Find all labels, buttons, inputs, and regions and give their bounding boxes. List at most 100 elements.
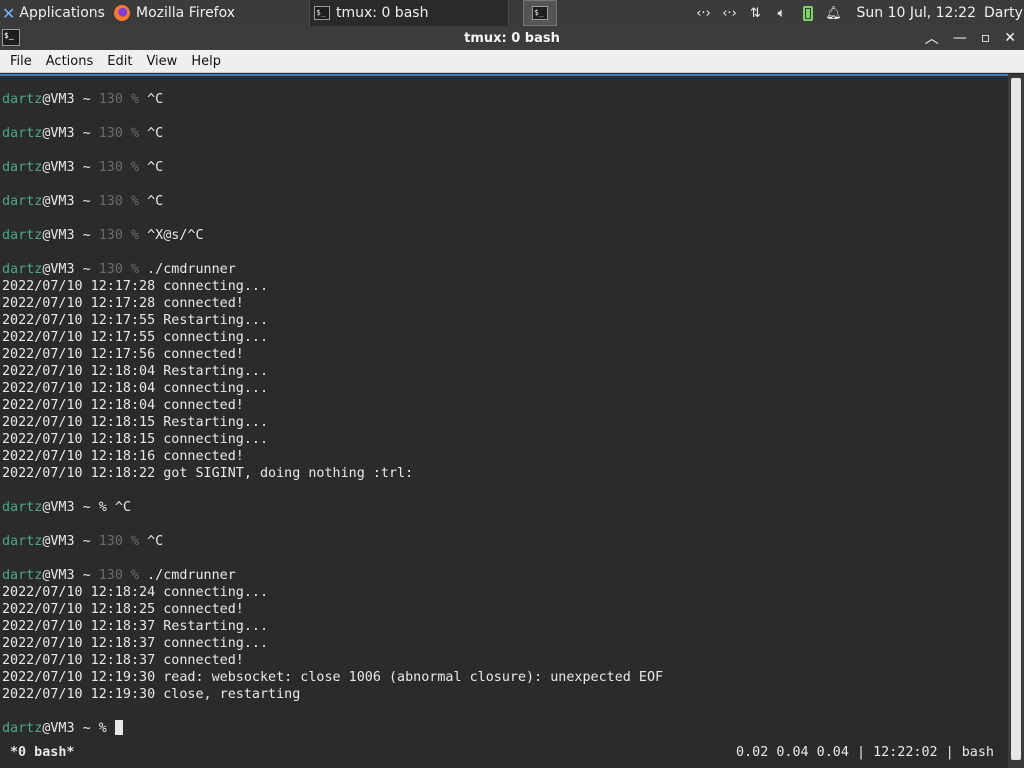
network-icon[interactable]: ‹·› (691, 0, 717, 26)
prompt-line: dartz@VM3 ~ 130 % ^X@s/^C (2, 227, 663, 244)
system-tray: ‹·› ‹·› ⇅ 🔈︎ 🔔︎ Sun 10 Jul, 12:22 Darty … (691, 0, 1024, 26)
minimize-icon[interactable]: — (953, 30, 967, 46)
output-line: 2022/07/10 12:18:04 Restarting... (2, 364, 269, 379)
text-cursor (114, 720, 123, 735)
prompt-user: dartz (2, 568, 43, 583)
network-icon[interactable]: ‹·› (717, 0, 743, 26)
taskbar-item-label: tmux: 0 bash (336, 5, 429, 21)
output-line: 2022/07/10 12:18:15 Restarting... (2, 415, 269, 430)
transfer-icon[interactable]: ⇅ (743, 0, 769, 26)
window-title: tmux: 0 bash (464, 30, 560, 46)
prompt-exit-code: 130 % (98, 228, 148, 243)
prompt-user: dartz (2, 262, 43, 277)
prompt-user: dartz (2, 500, 43, 515)
menu-help[interactable]: Help (184, 54, 228, 69)
prompt-command: % ^C (98, 500, 131, 515)
prompt-line: dartz@VM3 ~ % ^C (2, 499, 663, 516)
clock[interactable]: Sun 10 Jul, 12:22 (847, 5, 985, 21)
prompt-command: % (98, 721, 115, 736)
battery-icon[interactable] (795, 0, 821, 26)
prompt-user: dartz (2, 228, 43, 243)
output-line: 2022/07/10 12:19:30 close, restarting (2, 687, 301, 702)
prompt-command: ^C (147, 194, 164, 209)
output-line: 2022/07/10 12:19:30 read: websocket: clo… (2, 670, 664, 685)
prompt-command: ^C (147, 534, 164, 549)
menubar: File Actions Edit View Help (0, 50, 1024, 73)
terminal-launcher-button[interactable]: $_ (523, 0, 557, 26)
terminal-icon: $_ (532, 6, 548, 20)
prompt-user: dartz (2, 160, 43, 175)
prompt-host: @VM3 ~ (42, 721, 99, 736)
tmux-status-right: 0.02 0.04 0.04 | 12:22:02 | bash (736, 744, 994, 760)
prompt-host: @VM3 ~ (42, 262, 99, 277)
output-line: 2022/07/10 12:18:22 got SIGINT, doing no… (2, 466, 414, 481)
prompt-command: ^X@s/^C (147, 228, 204, 243)
xfce-logo-icon: ✕ (2, 3, 16, 23)
notification-bell-icon[interactable]: 🔔︎ (821, 0, 847, 26)
scrollbar-thumb[interactable] (1011, 78, 1021, 760)
prompt-user: dartz (2, 534, 43, 549)
firefox-icon (114, 5, 130, 21)
menu-actions[interactable]: Actions (39, 54, 101, 69)
prompt-host: @VM3 ~ (42, 194, 99, 209)
applications-menu-button[interactable]: ✕ Applications (0, 0, 110, 26)
output-line: 2022/07/10 12:18:25 connected! (2, 602, 244, 617)
tmux-window-list[interactable]: *0 bash* (10, 745, 75, 760)
prompt-exit-code: 130 % (98, 160, 148, 175)
terminal-icon: $_ (314, 6, 330, 20)
prompt-host: @VM3 ~ (42, 500, 99, 515)
prompt-command: ^C (147, 160, 164, 175)
terminal-view[interactable]: dartz@VM3 ~ 130 % ^C dartz@VM3 ~ 130 % ^C… (0, 74, 1008, 768)
prompt-exit-code: 130 % (98, 262, 148, 277)
applications-label: Applications (19, 5, 105, 21)
prompt-host: @VM3 ~ (42, 228, 99, 243)
output-line: 2022/07/10 12:18:24 connecting... (2, 585, 269, 600)
taskbar-item-terminal[interactable]: $_ tmux: 0 bash (309, 0, 509, 26)
prompt-line: dartz@VM3 ~ 130 % ./cmdrunner (2, 567, 663, 584)
chevron-up-icon[interactable]: ︿ (925, 28, 939, 48)
tmux-status-bar: *0 bash* 0.02 0.04 0.04 | 12:22:02 | bas… (0, 738, 1008, 766)
window-titlebar[interactable]: $_ tmux: 0 bash ︿ — ▫ ✕ (0, 26, 1024, 50)
prompt-exit-code: 130 % (98, 534, 148, 549)
output-line: 2022/07/10 12:17:55 Restarting... (2, 313, 269, 328)
output-line: 2022/07/10 12:18:37 connected! (2, 653, 244, 668)
menu-edit[interactable]: Edit (100, 54, 139, 69)
prompt-line: dartz@VM3 ~ 130 % ./cmdrunner (2, 261, 663, 278)
output-line: 2022/07/10 12:18:37 connecting... (2, 636, 269, 651)
prompt-exit-code: 130 % (98, 568, 148, 583)
user-menu[interactable]: Darty uwu (984, 5, 1024, 21)
prompt-user: dartz (2, 92, 43, 107)
volume-icon[interactable]: 🔈︎ (769, 0, 795, 26)
prompt-host: @VM3 ~ (42, 160, 99, 175)
menu-view[interactable]: View (139, 54, 184, 69)
prompt-line: dartz@VM3 ~ 130 % ^C (2, 193, 663, 210)
terminal-icon[interactable]: $_ (2, 29, 20, 46)
terminal-scrollbar[interactable] (1008, 74, 1024, 768)
prompt-command: ./cmdrunner (147, 262, 236, 277)
top-panel: ✕ Applications Mozilla Firefox $_ tmux: … (0, 0, 1024, 26)
taskbar-item-label: Mozilla Firefox (136, 5, 236, 21)
prompt-line: dartz@VM3 ~ % (2, 720, 663, 737)
prompt-exit-code: 130 % (98, 126, 148, 141)
prompt-user: dartz (2, 721, 43, 736)
close-icon[interactable]: ✕ (1004, 30, 1016, 46)
prompt-command: ^C (147, 92, 164, 107)
prompt-user: dartz (2, 194, 43, 209)
prompt-host: @VM3 ~ (42, 534, 99, 549)
prompt-exit-code: 130 % (98, 92, 148, 107)
menu-file[interactable]: File (3, 54, 39, 69)
maximize-icon[interactable]: ▫ (981, 30, 991, 46)
output-line: 2022/07/10 12:17:28 connected! (2, 296, 244, 311)
prompt-line: dartz@VM3 ~ 130 % ^C (2, 533, 663, 550)
prompt-command: ^C (147, 126, 164, 141)
taskbar-item-firefox[interactable]: Mozilla Firefox (110, 0, 305, 26)
output-line: 2022/07/10 12:18:16 connected! (2, 449, 244, 464)
output-line: 2022/07/10 12:18:04 connected! (2, 398, 244, 413)
